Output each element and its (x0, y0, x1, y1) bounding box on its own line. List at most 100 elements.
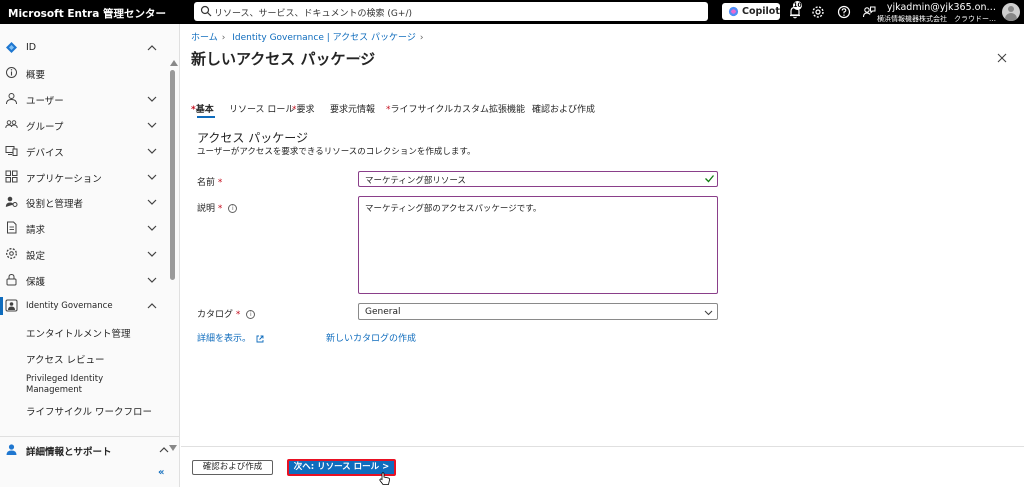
chevron-up-icon[interactable] (158, 444, 170, 456)
gear-icon (812, 6, 824, 18)
tab-resource-roles[interactable]: リソース ロール (229, 102, 294, 115)
catalog-dropdown[interactable]: General (358, 303, 718, 320)
tenant-name: 横浜情報機器株式会社 クラウドー… (877, 15, 996, 23)
chevron-up-icon[interactable] (146, 42, 158, 54)
sidebar-subitem-access-reviews[interactable]: アクセス レビュー (26, 352, 105, 366)
tab-requestor-info[interactable]: 要求元情報 (330, 102, 375, 115)
chevron-down-icon[interactable] (146, 196, 158, 208)
copilot-button[interactable]: Copilot (722, 3, 780, 20)
sidebar-subitem-lifecycle[interactable]: ライフサイクル ワークフロー (26, 404, 152, 418)
info-icon[interactable]: i (228, 204, 238, 213)
sidebar-item-label: 保護 (26, 277, 46, 288)
collapse-sidebar-button[interactable]: « (158, 467, 170, 479)
sidebar-item-groups[interactable]: グループ (0, 113, 168, 137)
create-catalog-link[interactable]: 新しいカタログの作成 (326, 331, 416, 344)
chevron-down-icon[interactable] (146, 93, 158, 105)
user-name: yjkadmin@yjk365.on… (886, 2, 996, 13)
external-link-icon (256, 335, 264, 342)
sidebar-item-applications[interactable]: アプリケーション (0, 165, 168, 189)
chevron-down-icon[interactable] (146, 145, 158, 157)
description-field-value: マーケティング部のアクセスパッケージです。 (365, 204, 542, 214)
lock-icon (6, 273, 17, 286)
avatar[interactable] (1002, 3, 1020, 21)
chevron-down-icon[interactable] (146, 248, 158, 260)
scroll-thumb[interactable] (170, 70, 175, 280)
tab-custom-extensions[interactable]: カスタム拡張機能 (453, 102, 525, 115)
apps-icon (5, 170, 18, 183)
info-icon[interactable]: i (246, 310, 256, 319)
app-title[interactable]: Microsoft Entra 管理センター (8, 6, 166, 21)
scroll-up-arrow[interactable] (170, 60, 178, 66)
governance-icon (5, 299, 18, 312)
description-field[interactable]: マーケティング部のアクセスパッケージです。 (358, 196, 718, 294)
sidebar-item-label: 設定 (26, 251, 46, 262)
chevron-down-icon[interactable] (146, 222, 158, 234)
tab-requests[interactable]: *要求 (292, 102, 315, 115)
section-title: アクセス パッケージ (197, 131, 308, 145)
search-box[interactable]: リソース、サービス、ドキュメントの検索 (G+/) (194, 2, 708, 21)
sidebar-item-identity-governance[interactable]: Identity Governance (0, 294, 168, 318)
sidebar-item-label: ユーザー (26, 96, 64, 107)
sidebar-item-overview[interactable]: 概要 (0, 61, 168, 85)
sidebar-item-label: アプリケーション (26, 174, 102, 185)
breadcrumb-section[interactable]: Identity Governance | アクセス パッケージ (232, 33, 416, 43)
chevron-down-icon[interactable] (146, 274, 158, 286)
sidebar-item-label: ID (26, 42, 37, 53)
sidebar-item-help-support[interactable]: 詳細情報とサポート (0, 438, 180, 462)
name-field[interactable]: マーケティング部リソース (358, 171, 718, 187)
sidebar-item-label: 詳細情報とサポート (26, 447, 112, 458)
info-icon (6, 67, 17, 78)
top-bar: Microsoft Entra 管理センター リソース、サービス、ドキュメントの… (0, 0, 1024, 24)
sidebar-scrollbar[interactable] (169, 60, 178, 452)
active-tab-indicator (197, 116, 215, 118)
account-info[interactable]: yjkadmin@yjk365.on… 横浜情報機器株式会社 クラウドー… (866, 2, 996, 24)
sidebar-item-devices[interactable]: デバイス (0, 139, 168, 163)
sidebar-item-id[interactable]: ID (0, 36, 168, 60)
roles-icon (5, 196, 18, 207)
breadcrumb: ホーム › Identity Governance | アクセス パッケージ › (191, 30, 427, 43)
chevron-up-icon[interactable] (146, 300, 158, 312)
tab-basics[interactable]: *基本 (191, 102, 214, 115)
person-help-icon (6, 444, 17, 455)
sidebar-item-label: 概要 (26, 70, 46, 81)
notification-badge: 10 (793, 1, 802, 10)
person-icon (6, 93, 17, 105)
help-button[interactable] (837, 5, 851, 19)
breadcrumb-separator: › (419, 33, 424, 43)
search-icon (200, 5, 212, 17)
sidebar-item-label: グループ (26, 122, 64, 133)
sidebar-item-label: デバイス (26, 148, 64, 159)
copilot-icon (728, 6, 739, 17)
sidebar-divider (0, 436, 180, 437)
breadcrumb-separator: › (221, 33, 226, 43)
show-details-link[interactable]: 詳細を表示。 (197, 331, 264, 344)
sidebar-subitem-pim[interactable]: Privileged Identity Management (26, 374, 156, 396)
tab-review-create[interactable]: 確認および作成 (532, 102, 595, 115)
close-icon[interactable] (996, 52, 1008, 64)
sidebar-item-billing[interactable]: 請求 (0, 216, 168, 240)
question-icon (837, 5, 851, 19)
search-placeholder: リソース、サービス、ドキュメントの検索 (G+/) (214, 9, 412, 19)
review-create-button[interactable]: 確認および作成 (192, 460, 273, 475)
section-description: ユーザーがアクセスを要求できるリソースのコレクションを作成します。 (197, 147, 476, 157)
gear-icon (6, 248, 17, 259)
sidebar-subitem-entitlement[interactable]: エンタイトルメント管理 (26, 326, 131, 340)
page-title: 新しいアクセス パッケージ (191, 50, 376, 68)
tab-lifecycle[interactable]: *ライフサイクル (386, 102, 453, 115)
diamond-icon (6, 42, 17, 53)
sidebar-item-users[interactable]: ユーザー (0, 87, 168, 111)
sidebar-item-roles[interactable]: 役割と管理者 (0, 190, 168, 214)
chevron-down-icon[interactable] (146, 119, 158, 131)
sidebar-item-settings[interactable]: 設定 (0, 242, 168, 266)
breadcrumb-home[interactable]: ホーム (191, 33, 218, 43)
sidebar-item-label: Identity Governance (26, 301, 113, 311)
settings-button[interactable] (811, 5, 825, 19)
catalog-label: カタログ * i (197, 307, 256, 320)
billing-icon (7, 221, 17, 234)
chevron-down-icon (704, 310, 713, 316)
name-field-value: マーケティング部リソース (365, 176, 466, 186)
description-label: 説明 * i (197, 201, 238, 214)
more-options-button[interactable]: ··· (358, 50, 369, 63)
sidebar-item-protection[interactable]: 保護 (0, 268, 168, 292)
chevron-down-icon[interactable] (146, 171, 158, 183)
